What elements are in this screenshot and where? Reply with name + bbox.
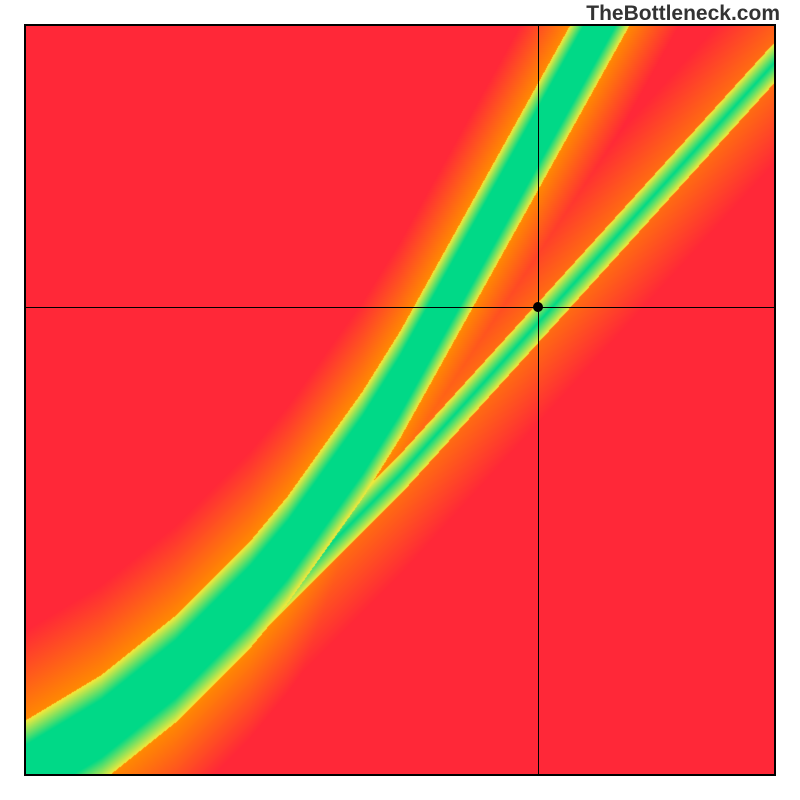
crosshair-horizontal — [26, 307, 774, 308]
heatmap-canvas — [26, 26, 774, 774]
crosshair-vertical — [538, 26, 539, 774]
heatmap-plot — [24, 24, 776, 776]
watermark-text: TheBottleneck.com — [586, 2, 780, 26]
data-point-marker — [533, 302, 543, 312]
